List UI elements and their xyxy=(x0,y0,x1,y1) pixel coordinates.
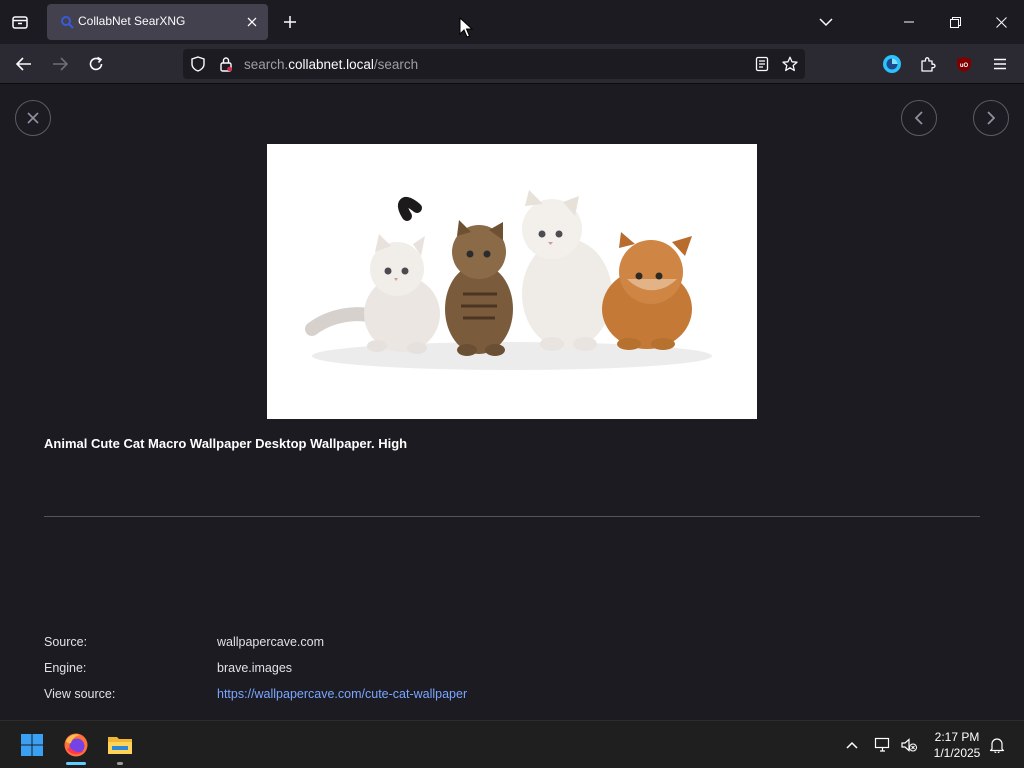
source-value: wallpapercave.com xyxy=(217,635,324,649)
bookmark-button[interactable] xyxy=(782,56,798,72)
tab-active[interactable]: CollabNet SearXNG xyxy=(47,4,268,40)
bell-icon xyxy=(989,738,1005,753)
url-path: /search xyxy=(373,57,419,72)
start-button[interactable] xyxy=(16,729,48,761)
search-favicon-icon xyxy=(59,14,75,30)
arrow-left-icon xyxy=(16,57,31,71)
view-source-label: View source: xyxy=(44,687,116,701)
puzzle-icon xyxy=(921,57,936,72)
chevron-right-icon xyxy=(987,111,996,125)
close-icon xyxy=(995,16,1007,28)
firefox-account-icon xyxy=(883,55,901,73)
view-source-value: https://wallpapercave.com/cute-cat-wallp… xyxy=(217,687,467,701)
tab-list-icon xyxy=(12,16,28,29)
view-source-link[interactable]: https://wallpapercave.com/cute-cat-wallp… xyxy=(217,687,467,701)
app-menu-button[interactable] xyxy=(986,50,1014,78)
back-button[interactable] xyxy=(10,50,38,78)
ublock-shield-icon: uO xyxy=(957,56,971,72)
windows-logo-icon xyxy=(21,734,43,756)
previous-result-button[interactable] xyxy=(901,100,937,136)
reader-view-button[interactable] xyxy=(754,56,770,72)
tab-title: CollabNet SearXNG xyxy=(78,14,186,28)
restore-button[interactable] xyxy=(932,0,978,44)
windows-taskbar: 2:17 PM 1/1/2025 xyxy=(0,720,1024,768)
clock-date: 1/1/2025 xyxy=(933,746,981,760)
arrow-right-icon xyxy=(53,57,68,71)
kittens-image xyxy=(267,144,757,419)
tracking-protection-button[interactable] xyxy=(190,56,206,72)
firefox-icon xyxy=(64,733,88,757)
account-button[interactable] xyxy=(878,50,906,78)
url-host: collabnet.local xyxy=(288,57,374,72)
folder-icon xyxy=(108,737,132,754)
address-bar[interactable]: search.collabnet.local/search xyxy=(183,49,805,79)
new-tab-button[interactable] xyxy=(279,11,301,33)
clock-time: 2:17 PM xyxy=(934,730,980,744)
show-hidden-icons-button[interactable] xyxy=(842,735,862,755)
url-text[interactable]: search.collabnet.local/search xyxy=(244,57,418,72)
notifications-button[interactable] xyxy=(987,735,1007,755)
mouse-cursor-icon xyxy=(459,17,473,38)
navigation-toolbar: search.collabnet.local/search uO xyxy=(0,44,1024,84)
reader-view-icon xyxy=(755,56,769,72)
chevron-left-icon xyxy=(914,111,923,125)
hamburger-menu-icon xyxy=(994,58,1006,70)
list-all-tabs-button[interactable] xyxy=(815,11,837,33)
speaker-muted-icon xyxy=(901,738,917,752)
svg-text:uO: uO xyxy=(960,63,969,69)
chevron-up-icon xyxy=(846,741,858,749)
shield-icon xyxy=(191,56,205,72)
close-detail-button[interactable] xyxy=(15,100,51,136)
system-clock[interactable]: 2:17 PM 1/1/2025 xyxy=(922,729,992,761)
site-info-button[interactable] xyxy=(218,56,234,72)
result-title: Animal Cute Cat Macro Wallpaper Desktop … xyxy=(44,436,408,451)
taskbar-firefox[interactable] xyxy=(60,729,92,765)
engine-label: Engine: xyxy=(44,661,87,675)
taskbar-file-explorer[interactable] xyxy=(104,729,136,765)
chevron-down-icon xyxy=(819,18,833,27)
next-result-button[interactable] xyxy=(973,100,1009,136)
close-window-button[interactable] xyxy=(978,0,1024,44)
tab-close-button[interactable] xyxy=(244,14,260,30)
reload-icon xyxy=(89,56,103,71)
minimize-icon xyxy=(904,21,914,23)
restore-icon xyxy=(949,16,961,28)
reload-button[interactable] xyxy=(82,50,110,78)
minimize-button[interactable] xyxy=(886,0,932,44)
ublock-origin-button[interactable]: uO xyxy=(950,50,978,78)
url-prefix: search. xyxy=(244,57,289,72)
result-image[interactable] xyxy=(267,144,757,419)
plus-icon xyxy=(284,16,296,28)
active-app-indicator xyxy=(66,762,86,765)
image-detail-viewer: Animal Cute Cat Macro Wallpaper Desktop … xyxy=(0,85,1024,720)
running-app-indicator xyxy=(117,762,123,765)
source-label: Source: xyxy=(44,635,88,649)
network-status-button[interactable] xyxy=(873,735,893,755)
close-icon xyxy=(27,112,39,124)
close-icon xyxy=(247,17,257,27)
divider xyxy=(44,516,980,517)
engine-value: brave.images xyxy=(217,661,293,675)
tab-list-button[interactable] xyxy=(8,10,32,34)
volume-button[interactable] xyxy=(899,735,919,755)
extensions-button[interactable] xyxy=(914,50,942,78)
star-icon xyxy=(782,56,798,72)
lock-icon xyxy=(220,57,232,72)
network-icon xyxy=(874,737,890,752)
tab-strip: CollabNet SearXNG xyxy=(0,0,1024,44)
forward-button[interactable] xyxy=(46,50,74,78)
